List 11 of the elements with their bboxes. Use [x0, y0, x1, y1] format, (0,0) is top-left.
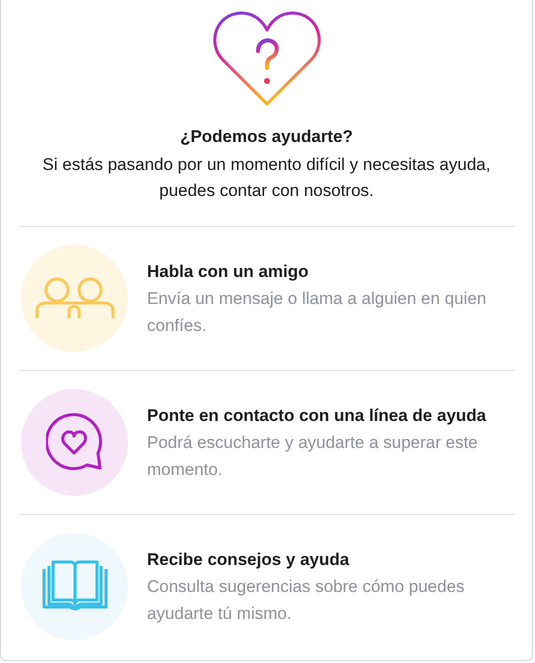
- intro-text: Si estás pasando por un momento difícil y necesitas ayuda, puedes contar con nosotros.: [42, 154, 492, 202]
- option-description: Podrá escucharte y ayudarte a superar este momento.: [147, 432, 479, 480]
- option-title[interactable]: Habla con un amigo: [147, 258, 507, 284]
- option-title[interactable]: Ponte en contacto con una línea de ayuda: [147, 402, 507, 428]
- heart-chat-bubble-icon: [46, 413, 104, 471]
- option-title[interactable]: Recibe consejos y ayuda: [147, 546, 507, 572]
- open-book-icon: [40, 560, 108, 612]
- heading: ¿Podemos ayudarte?: [180, 126, 353, 148]
- option-description: Envía un mensaje o llama a alguien en quien confíes.: [147, 288, 488, 336]
- two-people-icon: [34, 277, 114, 319]
- option-description: Consulta sugerencias sobre cómo puedes ayudarte tú mismo.: [147, 576, 466, 624]
